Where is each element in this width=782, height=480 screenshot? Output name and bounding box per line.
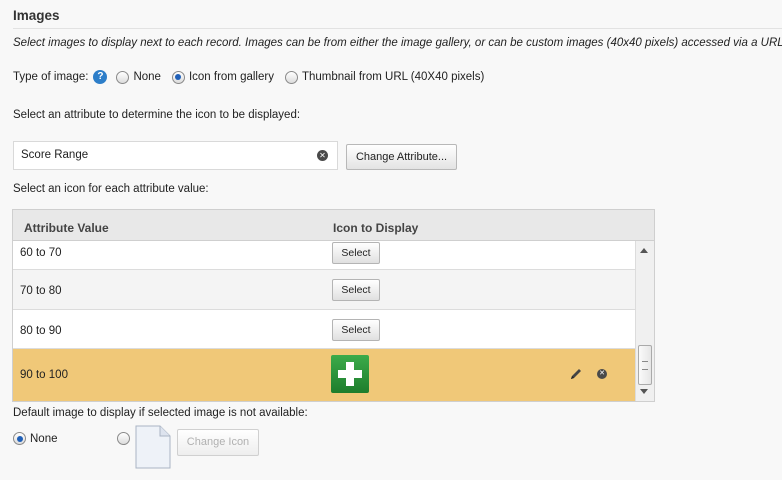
column-header-attribute-value: Attribute Value — [24, 221, 109, 235]
scroll-up-arrow-icon[interactable] — [640, 248, 648, 253]
section-title: Images — [13, 8, 60, 23]
scroll-thumb[interactable] — [638, 345, 652, 385]
default-none-label: None — [30, 432, 58, 445]
select-icon-button[interactable]: Select — [332, 242, 380, 264]
image-type-url-radio[interactable] — [284, 70, 298, 84]
row-value: 70 to 80 — [20, 285, 62, 297]
grid-header: Attribute Value Icon to Display — [13, 210, 654, 241]
help-icon[interactable]: ? — [93, 70, 108, 84]
image-type-none-label: None — [133, 71, 161, 83]
image-type-none-radio[interactable] — [116, 70, 130, 84]
table-row[interactable]: 80 to 90 Select — [13, 310, 635, 349]
scroll-down-arrow-icon[interactable] — [640, 389, 648, 394]
pencil-icon[interactable] — [569, 367, 583, 381]
icon-prompt: Select an icon for each attribute value: — [13, 183, 209, 195]
default-custom-radio[interactable] — [117, 432, 130, 445]
image-type-url-option[interactable]: Thumbnail from URL (40X40 pixels) — [284, 70, 485, 84]
row-value: 60 to 70 — [20, 247, 62, 259]
change-attribute-button[interactable]: Change Attribute... — [346, 144, 457, 170]
attribute-prompt: Select an attribute to determine the ico… — [13, 109, 301, 121]
attribute-value: Score Range — [21, 149, 89, 161]
default-none-radio[interactable] — [13, 432, 26, 445]
default-image-prompt: Default image to display if selected ima… — [13, 407, 308, 419]
grid-body: 60 to 70 Select 70 to 80 Select 80 to 90… — [13, 241, 635, 401]
image-type-gallery-option[interactable]: Icon from gallery — [171, 70, 274, 84]
green-plus-icon[interactable] — [331, 355, 369, 393]
grid-scrollbar[interactable] — [635, 241, 654, 401]
table-row[interactable]: 60 to 70 Select — [13, 241, 635, 270]
select-icon-button[interactable]: Select — [332, 279, 380, 301]
image-type-url-label: Thumbnail from URL (40X40 pixels) — [301, 71, 485, 83]
select-icon-button[interactable]: Select — [332, 319, 380, 341]
table-row[interactable]: 70 to 80 Select — [13, 270, 635, 310]
image-type-none-option[interactable]: None — [116, 70, 161, 84]
change-icon-button[interactable]: Change Icon — [177, 429, 259, 456]
column-header-icon: Icon to Display — [333, 221, 419, 235]
default-none-option[interactable]: None — [13, 432, 58, 445]
image-type-gallery-label: Icon from gallery — [188, 71, 274, 83]
image-type-row: Type of image: ? None Icon from gallery … — [13, 69, 495, 85]
remove-icon[interactable]: ✕ — [597, 369, 607, 379]
image-type-label: Type of image: — [13, 71, 89, 83]
row-value: 80 to 90 — [20, 325, 62, 337]
clear-icon[interactable]: ✕ — [317, 150, 328, 161]
title-divider — [13, 28, 782, 29]
row-value: 90 to 100 — [20, 369, 68, 381]
attribute-field[interactable]: Score Range ✕ — [13, 141, 338, 170]
document-icon — [135, 425, 171, 469]
section-description: Select images to display next to each re… — [13, 37, 782, 49]
icon-grid: Attribute Value Icon to Display 60 to 70… — [12, 209, 655, 402]
table-row-selected[interactable]: 90 to 100 ✕ — [13, 349, 635, 401]
image-type-gallery-radio[interactable] — [171, 70, 185, 84]
